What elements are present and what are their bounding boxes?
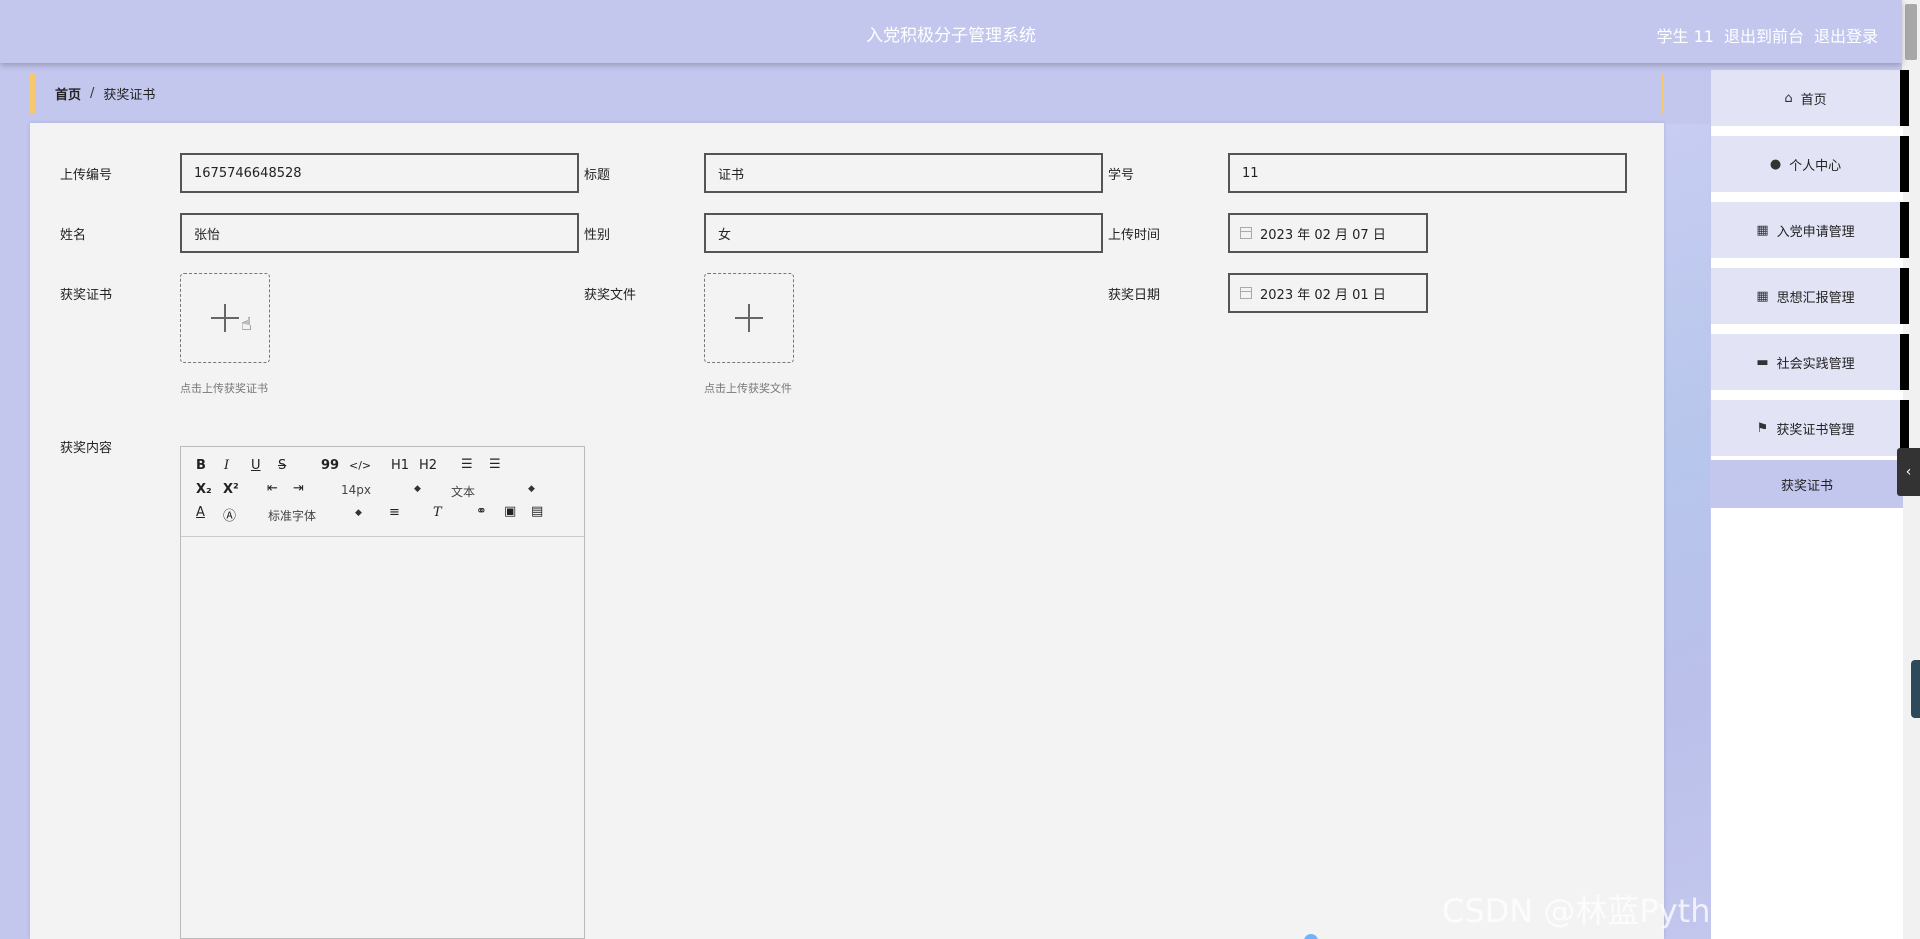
sidebar-subitem-award-certificate[interactable]: 获奖证书 bbox=[1711, 460, 1903, 508]
user-menu: 学生 11 退出到前台 退出登录 bbox=[1657, 23, 1878, 47]
certificate-upload[interactable]: ☝ bbox=[180, 273, 270, 363]
editor-content-area[interactable] bbox=[181, 537, 584, 937]
upload-no-input[interactable]: 1675746648528 bbox=[180, 153, 579, 193]
bold-button[interactable]: B bbox=[196, 458, 206, 473]
logout-link[interactable]: 退出登录 bbox=[1814, 23, 1878, 47]
upload-time-label: 上传时间 bbox=[1108, 228, 1161, 243]
title-input[interactable]: 证书 bbox=[704, 153, 1103, 193]
upload-time-picker[interactable]: 2023 年 02 月 07 日 bbox=[1228, 213, 1428, 253]
content-label: 获奖内容 bbox=[60, 441, 113, 456]
watermark: CSDN @林蓝Python程序源码 bbox=[1442, 892, 1879, 930]
upload-time-value: 2023 年 02 月 07 日 bbox=[1260, 227, 1386, 243]
calendar-icon bbox=[1240, 227, 1252, 239]
sidebar-item-label: 个人中心 bbox=[1789, 158, 1842, 174]
video-icon[interactable]: ▤ bbox=[531, 504, 543, 519]
award-date-label: 获奖日期 bbox=[1108, 288, 1161, 303]
award-file-upload-hint: 点击上传获奖文件 bbox=[704, 382, 792, 395]
top-header: 入党积极分子管理系统 学生 11 退出到前台 退出登录 bbox=[0, 0, 1902, 63]
subscript-button[interactable]: X₂ bbox=[196, 482, 212, 497]
superscript-button[interactable]: X² bbox=[223, 482, 239, 497]
app-title: 入党积极分子管理系统 bbox=[866, 26, 1036, 46]
sidebar-item-social-practice[interactable]: ▬ 社会实践管理 bbox=[1711, 334, 1909, 390]
breadcrumb-current: 获奖证书 bbox=[103, 87, 156, 103]
award-date-picker[interactable]: 2023 年 02 月 01 日 bbox=[1228, 273, 1428, 313]
ordered-list-icon[interactable]: ☰ bbox=[461, 457, 473, 472]
sidebar-item-label: 思想汇报管理 bbox=[1776, 290, 1855, 306]
clear-format-icon[interactable]: T bbox=[433, 505, 442, 520]
select-arrow-icon: ◆ bbox=[528, 484, 535, 494]
code-block-button[interactable]: </> bbox=[349, 459, 371, 472]
sidebar: ⌂ 首页 ● 个人中心 ▦ 入党申请管理 ▦ 思想汇报管理 ▬ 社会实践管理 ⚑… bbox=[1711, 70, 1909, 939]
select-arrow-icon: ◆ bbox=[355, 508, 362, 518]
flag-icon: ⚑ bbox=[1756, 420, 1769, 436]
font-family-select[interactable]: 标准字体 bbox=[268, 507, 316, 524]
collapse-sidebar-button[interactable]: ‹ bbox=[1897, 448, 1920, 496]
floating-side-tab[interactable] bbox=[1911, 660, 1920, 718]
h2-button[interactable]: H2 bbox=[419, 458, 437, 473]
user-icon: ● bbox=[1769, 156, 1782, 172]
sidebar-item-award-management[interactable]: ⚑ 获奖证书管理 bbox=[1711, 400, 1909, 456]
image-icon[interactable]: ▣ bbox=[504, 504, 516, 519]
current-user: 学生 11 bbox=[1656, 27, 1714, 46]
font-size-select[interactable]: 14px bbox=[341, 483, 371, 497]
plus-icon bbox=[735, 304, 763, 332]
sidebar-item-label: 获奖证书管理 bbox=[1776, 422, 1855, 438]
gender-label: 性别 bbox=[584, 228, 611, 243]
italic-button[interactable]: I bbox=[224, 458, 229, 473]
gender-input[interactable]: 女 bbox=[704, 213, 1103, 253]
editor-toolbar: B I U S 99 </> H1 H2 ☰ ☰ X₂ X² ⇤ ⇥ 14px … bbox=[181, 447, 584, 537]
bullet-list-icon[interactable]: ☰ bbox=[489, 457, 501, 472]
sidebar-item-label: 社会实践管理 bbox=[1776, 356, 1855, 372]
breadcrumb: 首页 / 获奖证书 bbox=[30, 73, 1664, 113]
hand-cursor-icon: ☝ bbox=[241, 314, 252, 335]
award-file-upload[interactable] bbox=[704, 273, 794, 363]
indent-icon[interactable]: ⇥ bbox=[293, 481, 304, 496]
background-decoration bbox=[1662, 124, 1710, 939]
grid-icon: ▦ bbox=[1756, 288, 1769, 304]
sidebar-item-profile[interactable]: ● 个人中心 bbox=[1711, 136, 1909, 192]
breadcrumb-home[interactable]: 首页 bbox=[55, 84, 81, 103]
form-panel: 上传编号 1675746648528 标题 证书 学号 11 姓名 张怡 性别 … bbox=[30, 123, 1664, 939]
award-date-value: 2023 年 02 月 01 日 bbox=[1260, 287, 1386, 303]
background-color-icon[interactable]: Ⓐ bbox=[223, 505, 236, 524]
student-no-input[interactable]: 11 bbox=[1228, 153, 1627, 193]
underline-button[interactable]: U bbox=[251, 458, 261, 473]
breadcrumb-separator: / bbox=[90, 85, 95, 101]
upload-no-label: 上传编号 bbox=[60, 168, 113, 183]
font-color-icon[interactable]: A bbox=[196, 505, 205, 520]
sidebar-item-label: 入党申请管理 bbox=[1776, 224, 1855, 240]
h1-button[interactable]: H1 bbox=[391, 458, 409, 473]
student-no-label: 学号 bbox=[1108, 168, 1135, 183]
align-icon[interactable]: ≡ bbox=[389, 505, 400, 520]
scrollbar-thumb[interactable] bbox=[1905, 4, 1917, 60]
home-icon: ⌂ bbox=[1784, 90, 1793, 106]
sidebar-item-thought-report[interactable]: ▦ 思想汇报管理 bbox=[1711, 268, 1909, 324]
briefcase-icon: ▬ bbox=[1756, 354, 1769, 370]
rich-text-editor: B I U S 99 </> H1 H2 ☰ ☰ X₂ X² ⇤ ⇥ 14px … bbox=[180, 446, 585, 939]
select-arrow-icon: ◆ bbox=[414, 484, 421, 494]
sidebar-item-label: 首页 bbox=[1800, 92, 1827, 108]
title-label: 标题 bbox=[584, 168, 611, 183]
grid-icon: ▦ bbox=[1756, 222, 1769, 238]
link-icon[interactable]: ⚭ bbox=[476, 504, 487, 519]
plus-icon bbox=[211, 304, 239, 332]
certificate-upload-hint: 点击上传获奖证书 bbox=[180, 382, 268, 395]
certificate-label: 获奖证书 bbox=[60, 288, 113, 303]
outdent-icon[interactable]: ⇤ bbox=[267, 481, 278, 496]
exit-to-front-link[interactable]: 退出到前台 bbox=[1724, 23, 1804, 47]
header-select[interactable]: 文本 bbox=[451, 483, 475, 500]
blockquote-button[interactable]: 99 bbox=[321, 458, 339, 473]
calendar-icon bbox=[1240, 287, 1252, 299]
strike-button[interactable]: S bbox=[278, 458, 286, 473]
name-input[interactable]: 张怡 bbox=[180, 213, 579, 253]
sidebar-item-home[interactable]: ⌂ 首页 bbox=[1711, 70, 1909, 126]
sidebar-item-party-application[interactable]: ▦ 入党申请管理 bbox=[1711, 202, 1909, 258]
award-file-label: 获奖文件 bbox=[584, 288, 637, 303]
name-label: 姓名 bbox=[60, 228, 87, 243]
